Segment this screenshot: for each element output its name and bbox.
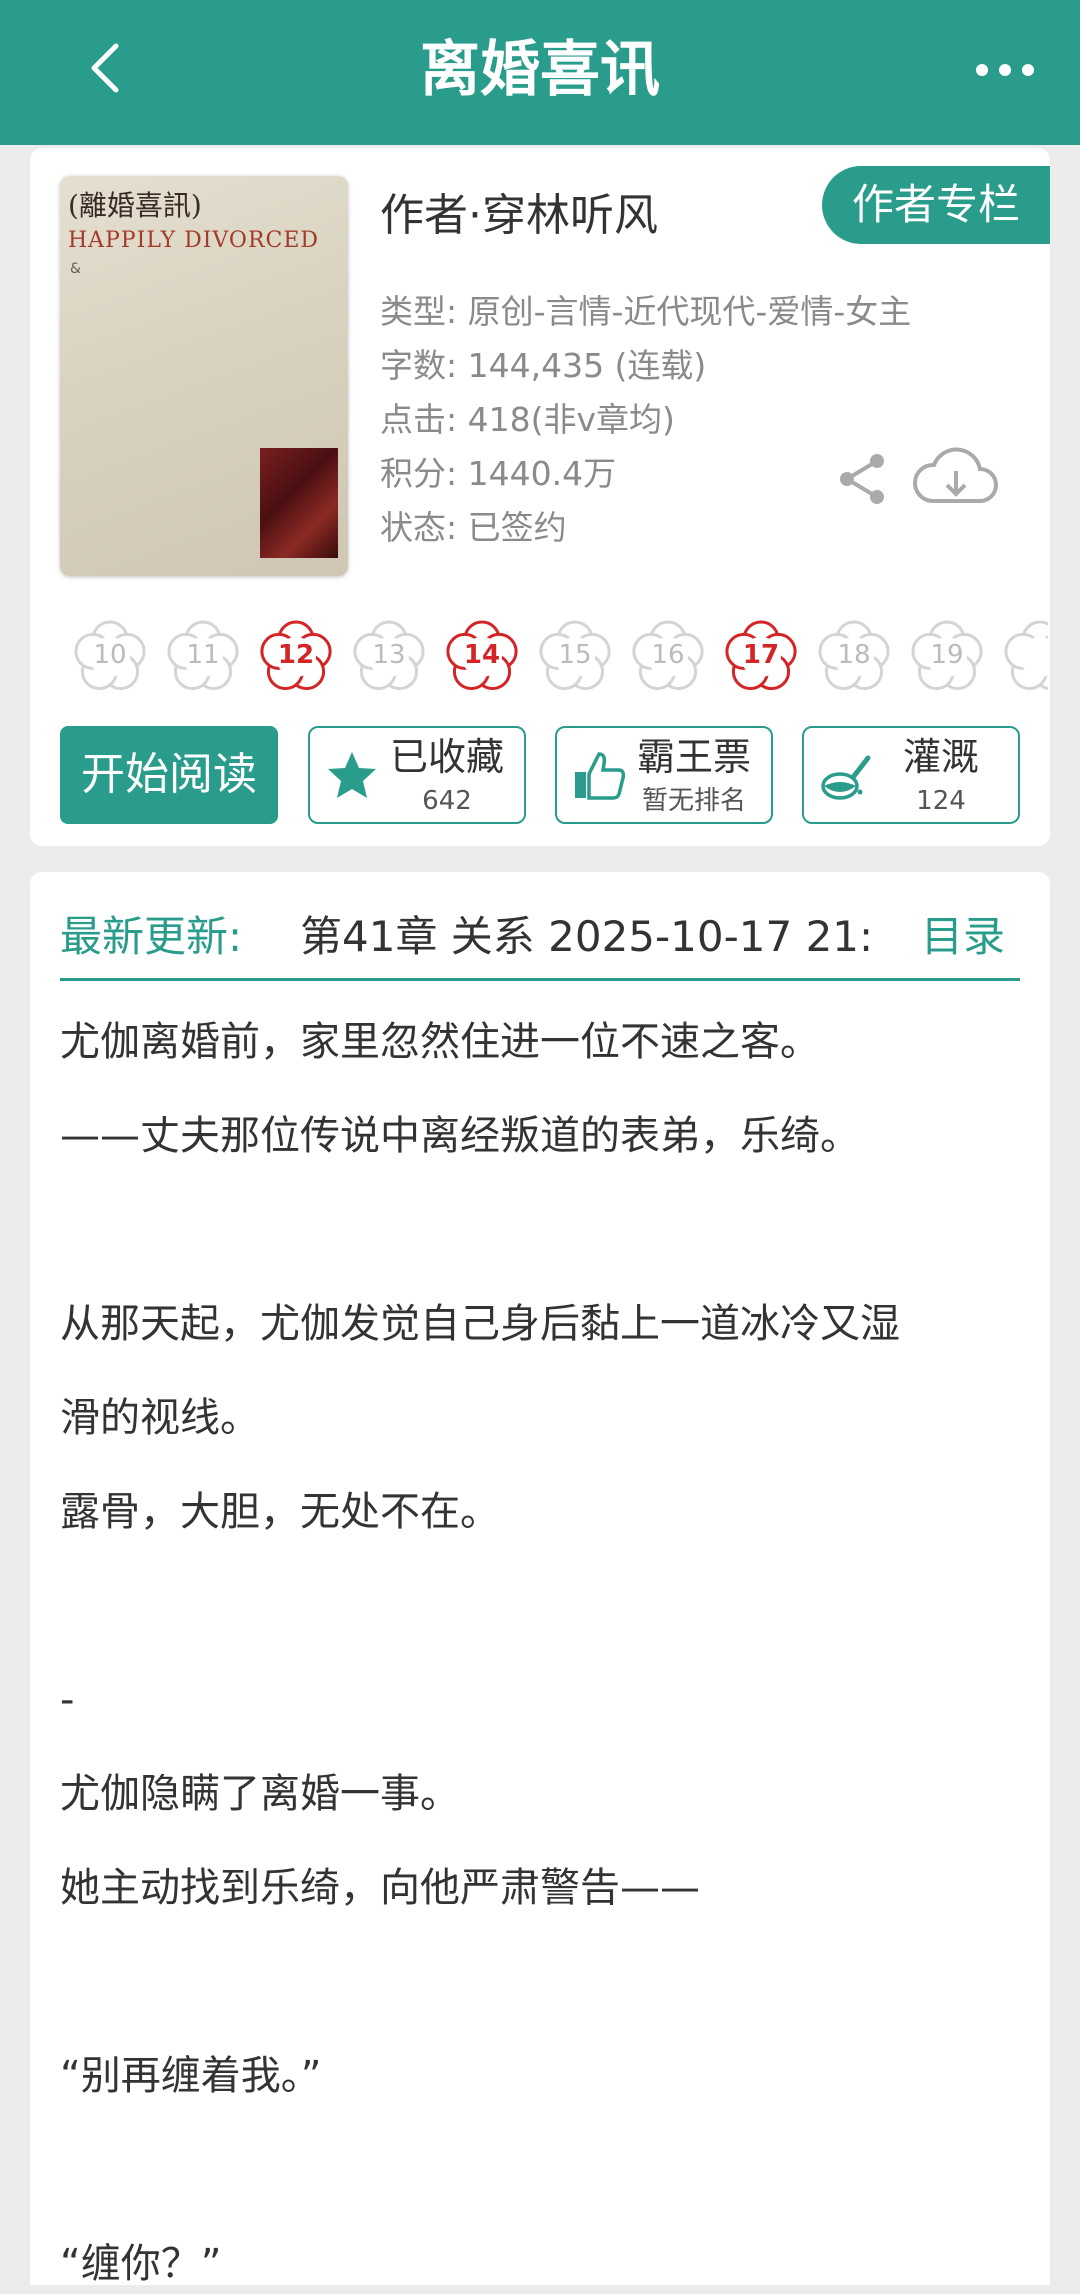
favorite-button[interactable]: 已收藏 642 (308, 726, 526, 824)
share-icon[interactable] (835, 451, 891, 507)
synopsis-line: 尤伽隐瞒了离婚一事。 (60, 1771, 460, 1817)
synopsis-line: “别再缠着我。” (60, 2053, 322, 2099)
action-buttons: 开始阅读 已收藏 642 霸王票 暂无排名 灌溉 124 (60, 726, 1050, 826)
level-number: 11 (186, 640, 220, 670)
favorite-label: 已收藏 (389, 735, 504, 779)
page-title: 离婚喜讯 (420, 35, 660, 105)
score: 积分: 1440.4万 (380, 454, 617, 493)
cover-subtitle: HAPPILY DIVORCED (68, 228, 320, 253)
divider (60, 978, 1020, 981)
level-badge[interactable]: 14 (440, 613, 524, 697)
level-badges: 10 11 12 13 14 15 16 17 18 19 (68, 613, 1048, 703)
synopsis-line: 滑的视线。 (60, 1395, 260, 1441)
synopsis-line: 尤伽离婚前，家里忽然住进一位不速之客。 (60, 1019, 820, 1065)
synopsis-line: 从那天起，尤伽发觉自己身后黏上一道冰冷又湿 (60, 1301, 900, 1347)
synopsis-line: ——丈夫那位传说中离经叛道的表弟，乐绮。 (60, 1113, 860, 1159)
latest-chapter-link[interactable]: 第41章 关系 2025-10-17 21: (300, 902, 902, 972)
author-column-button[interactable]: 作者专栏 (822, 166, 1050, 244)
level-number (998, 613, 1048, 697)
download-icon[interactable] (910, 443, 1000, 513)
level-badge[interactable]: 16 (626, 613, 710, 697)
book-type: 类型: 原创-言情-近代现代-爱情-女主 (380, 292, 912, 331)
nutrient-button[interactable]: 灌溉 124 (802, 726, 1020, 824)
synopsis-line: 她主动找到乐绮，向他严肃警告—— (60, 1865, 700, 1911)
level-badge[interactable]: 12 (254, 613, 338, 697)
ticket-rank: 暂无排名 (641, 786, 746, 816)
ticket-label: 霸王票 (636, 735, 751, 779)
author-name[interactable]: 作者·穿林听风 (380, 186, 658, 246)
level-number: 19 (930, 640, 964, 670)
level-badge[interactable] (998, 613, 1048, 697)
synopsis-line: “缠你？” (60, 2241, 222, 2287)
synopsis-line: 露骨，大胆，无处不在。 (60, 1489, 500, 1535)
more-icon[interactable] (970, 50, 1040, 90)
cover-art (260, 448, 338, 558)
level-number: 10 (93, 640, 127, 670)
favorite-count: 642 (422, 786, 472, 816)
cover-title: (離婚喜訊) (68, 189, 202, 222)
book-info-card: (離婚喜訊) HAPPILY DIVORCED & 作者·穿林听风 作者专栏 类… (30, 148, 1050, 846)
level-number: 16 (651, 640, 685, 670)
thumb-up-icon (575, 752, 626, 800)
sign-status: 状态: 已签约 (380, 508, 567, 547)
star-icon (328, 752, 376, 798)
level-badge[interactable]: 13 (347, 613, 431, 697)
ticket-button[interactable]: 霸王票 暂无排名 (555, 726, 773, 824)
level-badge[interactable]: 10 (68, 613, 152, 697)
level-number: 14 (463, 640, 501, 670)
nutrient-count: 124 (916, 786, 966, 816)
level-number: 17 (742, 640, 780, 670)
level-badge[interactable]: 11 (161, 613, 245, 697)
latest-update-label: 最新更新: (60, 912, 243, 961)
nutrient-label: 灌溉 (902, 735, 979, 779)
book-cover[interactable]: (離婚喜訊) HAPPILY DIVORCED & (60, 176, 348, 576)
level-badge[interactable]: 15 (533, 613, 617, 697)
level-number: 12 (277, 640, 315, 670)
level-number: 15 (558, 640, 592, 670)
watering-icon (821, 755, 871, 800)
synopsis-card: 最新更新: 第41章 关系 2025-10-17 21: 目录 尤伽离婚前，家里… (30, 872, 1050, 2287)
click-count: 点击: 418(非v章均) (380, 400, 675, 439)
table-of-contents-button[interactable]: 目录 (921, 902, 1005, 972)
word-count: 字数: 144,435 (连载) (380, 346, 707, 385)
app-header: 离婚喜讯 (0, 0, 1080, 145)
level-number: 13 (372, 640, 406, 670)
level-badge[interactable]: 17 (719, 613, 803, 697)
synopsis-line: - (60, 1677, 75, 1723)
level-number: 18 (837, 640, 871, 670)
level-badge[interactable]: 18 (812, 613, 896, 697)
cover-amp: & (70, 261, 81, 277)
start-reading-button[interactable]: 开始阅读 (60, 726, 278, 824)
level-badge[interactable]: 19 (905, 613, 989, 697)
